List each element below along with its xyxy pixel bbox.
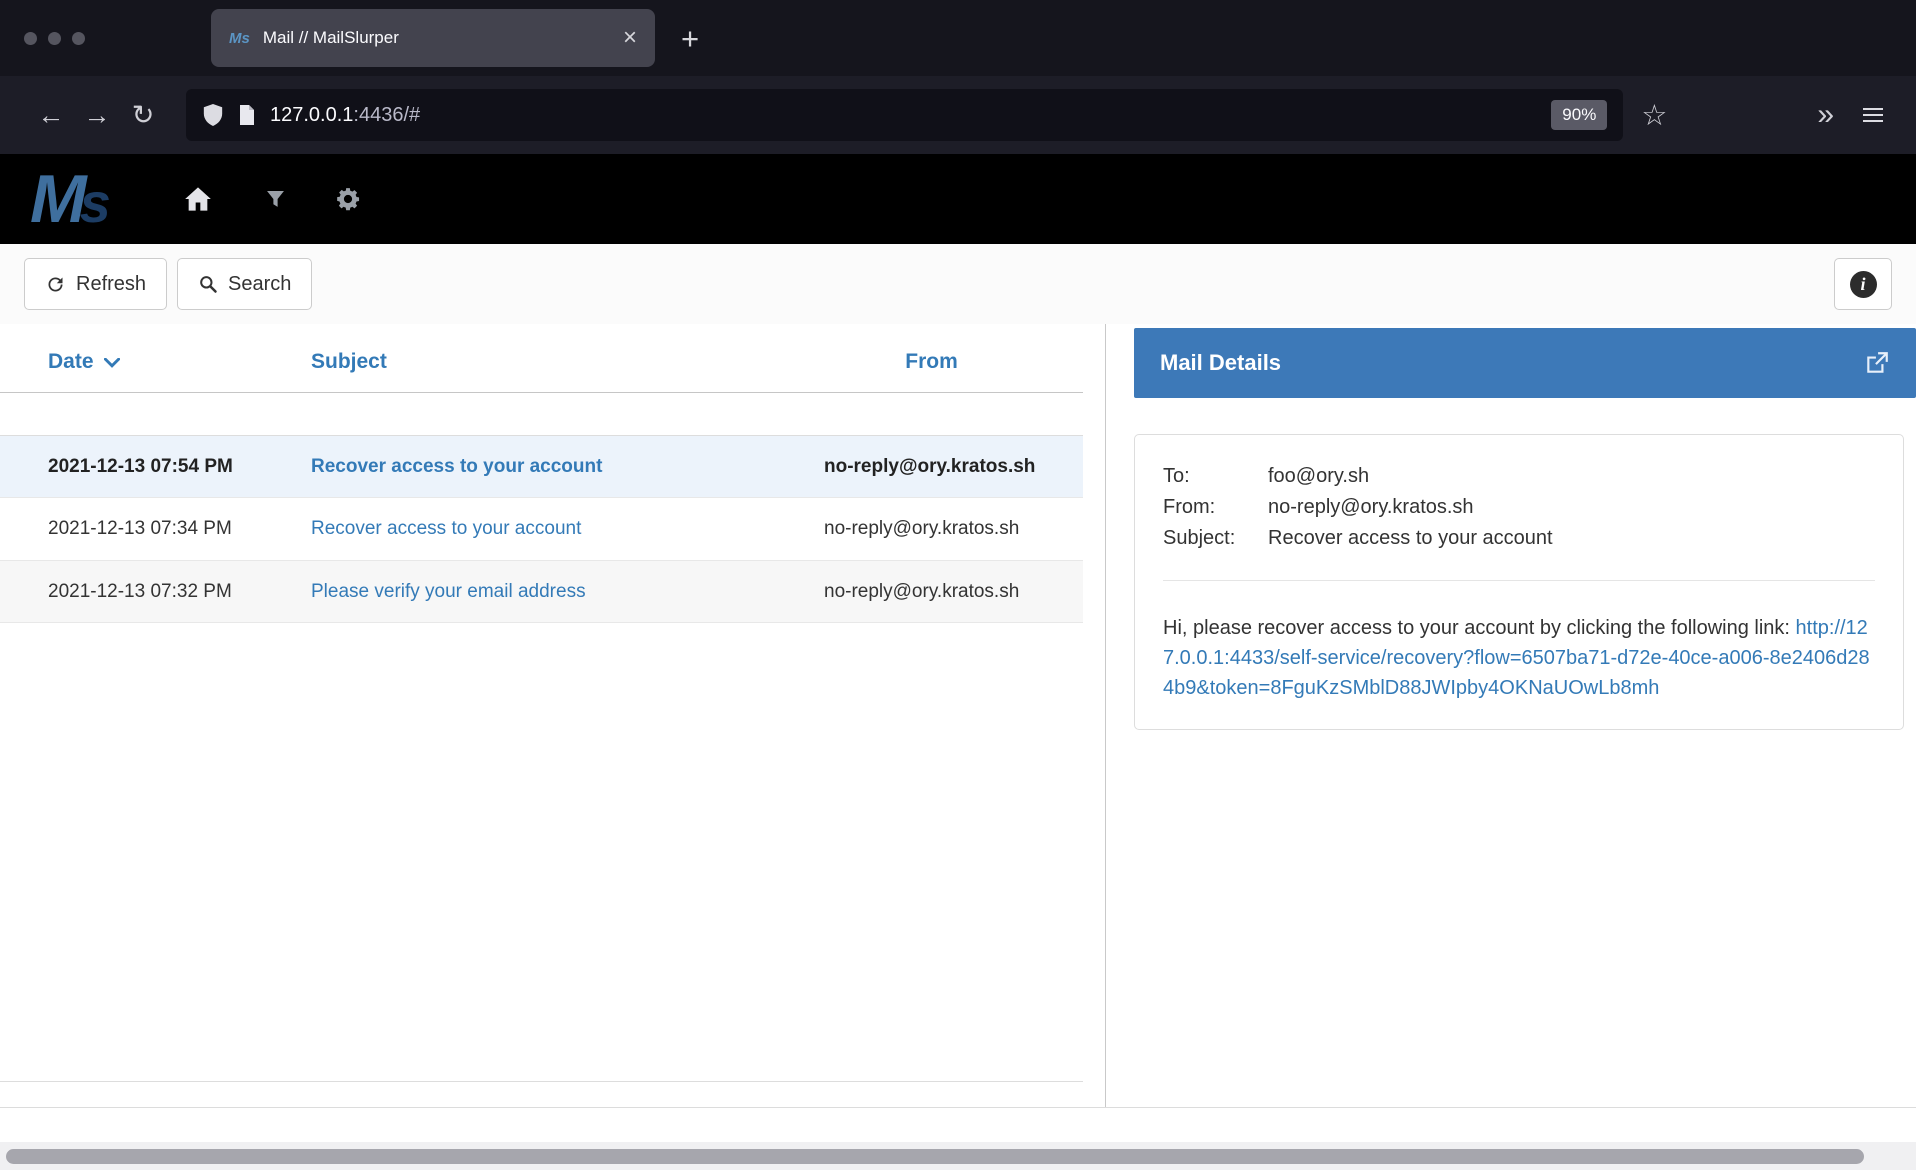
column-header-from[interactable]: From (824, 350, 1039, 392)
browser-tab-strip: Ms Mail // MailSlurper × + (0, 0, 1916, 76)
mail-body: Hi, please recover access to your accoun… (1163, 613, 1875, 703)
new-tab-button[interactable]: + (681, 23, 699, 54)
zoom-level-badge[interactable]: 90% (1551, 100, 1607, 130)
mailslurper-favicon-icon: Ms (229, 30, 250, 47)
mail-subject: Recover access to your account (311, 452, 824, 481)
subject-value: Recover access to your account (1268, 523, 1875, 554)
mail-row[interactable]: 2021-12-13 07:54 PM Recover access to yo… (0, 435, 1083, 498)
shield-icon[interactable] (202, 103, 224, 127)
app-toolbar: Refresh Search i (0, 244, 1916, 324)
column-header-date[interactable]: Date (48, 350, 311, 392)
back-button[interactable]: ← (28, 100, 74, 131)
sort-chevron-down-icon (104, 350, 120, 374)
mail-from: no-reply@ory.kratos.sh (824, 452, 1039, 481)
mail-subject: Please verify your email address (311, 577, 824, 606)
info-icon: i (1850, 271, 1877, 298)
from-value: no-reply@ory.kratos.sh (1268, 492, 1875, 523)
bookmark-star-icon[interactable]: ☆ (1641, 98, 1667, 133)
to-value: foo@ory.sh (1268, 461, 1875, 492)
from-label: From: (1163, 492, 1268, 523)
mailslurper-logo: Ms (30, 165, 104, 233)
url-bar[interactable]: 127.0.0.1:4436/# 90% (186, 89, 1623, 141)
url-path: :4436/# (353, 104, 420, 127)
horizontal-scrollbar-track[interactable] (0, 1142, 1916, 1170)
window-minimize-dot-icon[interactable] (48, 32, 61, 45)
mail-row[interactable]: 2021-12-13 07:34 PM Recover access to yo… (0, 498, 1083, 560)
info-button[interactable]: i (1834, 258, 1892, 310)
meta-body-divider (1163, 580, 1875, 581)
mail-date: 2021-12-13 07:32 PM (48, 577, 311, 606)
mail-date: 2021-12-13 07:54 PM (48, 452, 311, 481)
screen: Ms Mail // MailSlurper × + ← → ↻ 127.0.0… (0, 0, 1916, 1170)
mail-row[interactable]: 2021-12-13 07:32 PM Please verify your e… (0, 561, 1083, 623)
browser-tab[interactable]: Ms Mail // MailSlurper × (211, 9, 655, 67)
mail-meta: To: foo@ory.sh From: no-reply@ory.kratos… (1163, 461, 1875, 554)
mail-subject-link[interactable]: Recover access to your account (311, 518, 581, 539)
open-external-icon[interactable] (1864, 350, 1890, 376)
subject-header-label: Subject (311, 350, 387, 373)
browser-nav-bar: ← → ↻ 127.0.0.1:4436/# 90% ☆ » (0, 76, 1916, 154)
subject-label: Subject: (1163, 523, 1268, 554)
mail-details-pane: Mail Details To: foo@ory.sh From: no-rep… (1106, 324, 1916, 1107)
forward-button[interactable]: → (74, 100, 120, 131)
menu-hamburger-icon[interactable] (1860, 105, 1886, 125)
refresh-button[interactable]: Refresh (24, 258, 167, 310)
mail-subject: Recover access to your account (311, 514, 824, 543)
mail-from: no-reply@ory.kratos.sh (824, 514, 1039, 543)
mail-rows: 2021-12-13 07:54 PM Recover access to yo… (0, 435, 1083, 623)
date-header-label: Date (48, 350, 94, 373)
column-header-subject[interactable]: Subject (311, 350, 824, 392)
mail-list-header: Date Subject From (0, 324, 1083, 393)
search-button[interactable]: Search (177, 258, 312, 310)
tab-title: Mail // MailSlurper (263, 28, 399, 48)
mail-body-text: Hi, please recover access to your accoun… (1163, 617, 1796, 639)
to-label: To: (1163, 461, 1268, 492)
refresh-icon (45, 274, 66, 295)
filter-funnel-icon[interactable] (266, 190, 285, 209)
mail-subject-link[interactable]: Please verify your email address (311, 581, 586, 602)
home-icon[interactable] (184, 186, 212, 212)
window-maximize-dot-icon[interactable] (72, 32, 85, 45)
url-host: 127.0.0.1 (270, 104, 353, 127)
mail-subject-link[interactable]: Recover access to your account (311, 456, 602, 477)
mail-date: 2021-12-13 07:34 PM (48, 514, 311, 543)
mail-from: no-reply@ory.kratos.sh (824, 577, 1039, 606)
refresh-button-label: Refresh (76, 273, 146, 296)
mail-list-pane: Date Subject From 2021-12-13 07:54 PM Re… (0, 324, 1106, 1107)
mail-details-title: Mail Details (1160, 350, 1281, 376)
settings-gear-icon[interactable] (335, 186, 361, 212)
mail-list: Date Subject From 2021-12-13 07:54 PM Re… (0, 324, 1083, 1082)
window-close-dot-icon[interactable] (24, 32, 37, 45)
search-button-label: Search (228, 273, 291, 296)
overflow-chevrons-icon[interactable]: » (1817, 98, 1832, 132)
tab-close-icon[interactable]: × (623, 26, 637, 50)
search-icon (198, 274, 218, 294)
window-controls[interactable] (24, 32, 85, 45)
app-header: Ms (0, 154, 1916, 244)
from-header-label: From (905, 350, 958, 373)
logo-letter-s: s (80, 171, 104, 234)
reload-button[interactable]: ↻ (120, 100, 166, 131)
logo-letter-m: M (30, 161, 80, 237)
page-info-icon[interactable] (238, 104, 256, 126)
mail-details-header: Mail Details (1134, 328, 1916, 398)
horizontal-scrollbar-thumb[interactable] (6, 1149, 1864, 1164)
main-content: Date Subject From 2021-12-13 07:54 PM Re… (0, 324, 1916, 1108)
mail-details-card: To: foo@ory.sh From: no-reply@ory.kratos… (1134, 434, 1904, 730)
